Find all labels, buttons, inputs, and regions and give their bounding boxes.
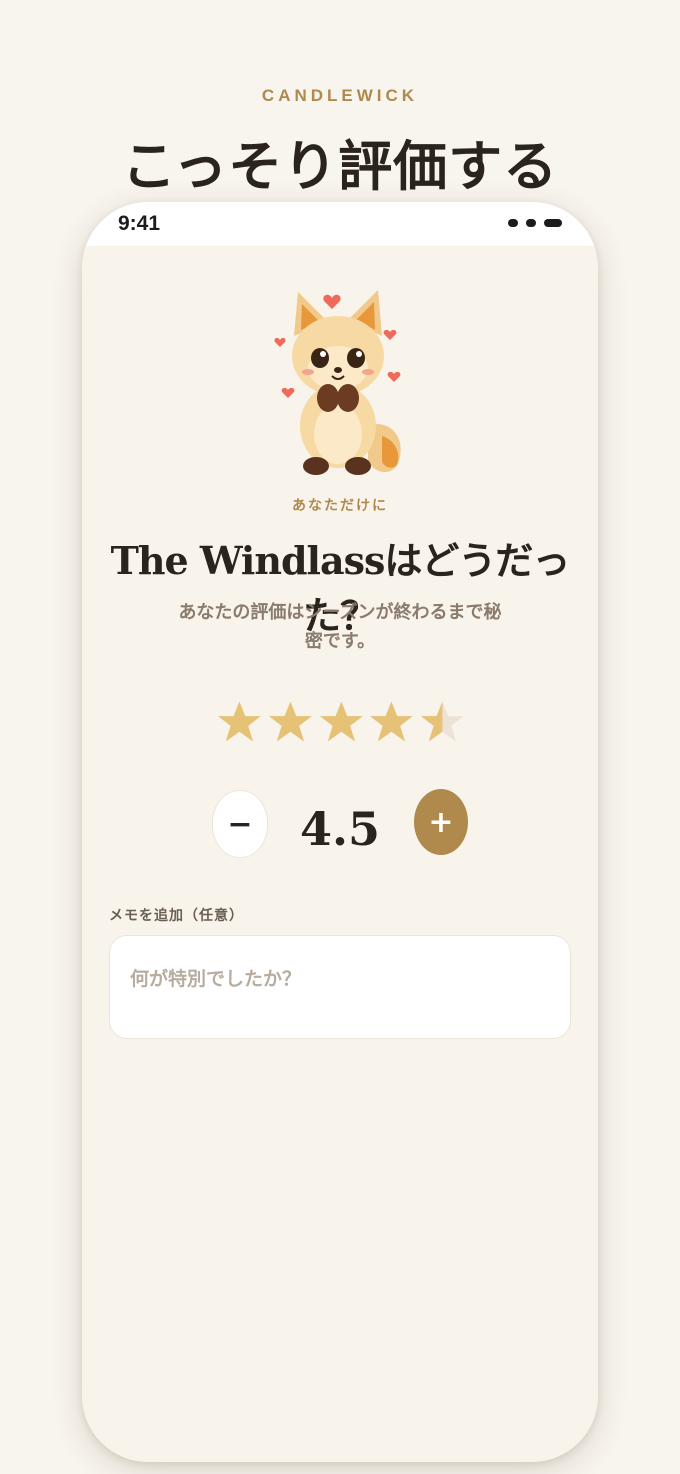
status-icons	[508, 219, 562, 227]
status-bar: 9:41	[82, 202, 598, 246]
fox-mascot-icon	[274, 290, 401, 475]
star-icon[interactable]	[267, 698, 314, 746]
brand-label: CANDLEWICK	[261, 86, 419, 105]
wifi-icon	[526, 219, 536, 227]
star-icon[interactable]	[368, 698, 415, 746]
star-rating[interactable]	[216, 698, 466, 752]
plus-icon: +	[428, 804, 454, 840]
rating-value: 4.5	[299, 802, 381, 856]
privacy-note: あなたの評価はシーズンが終わるまで秘密です。	[178, 602, 502, 652]
battery-icon	[544, 219, 562, 227]
increase-rating-button[interactable]: +	[414, 789, 468, 855]
star-icon[interactable]	[419, 698, 466, 746]
phone-frame: 9:41 あなただけに The Windlassはどうだった？ あなたの評価はシ…	[82, 202, 598, 1462]
status-time: 9:41	[118, 212, 161, 235]
star-icon[interactable]	[216, 698, 263, 746]
memo-label: メモを追加（任意）	[109, 908, 244, 924]
page-title: こっそり評価する	[121, 134, 559, 198]
star-icon[interactable]	[318, 698, 365, 746]
eyebrow-label: あなただけに	[292, 498, 388, 514]
memo-placeholder: 何が特別でしたか？	[130, 968, 302, 990]
decrease-rating-button[interactable]: −	[212, 790, 268, 858]
memo-input[interactable]: 何が特別でしたか？	[109, 935, 571, 1039]
minus-icon: −	[227, 806, 253, 842]
signal-icon	[508, 219, 518, 227]
